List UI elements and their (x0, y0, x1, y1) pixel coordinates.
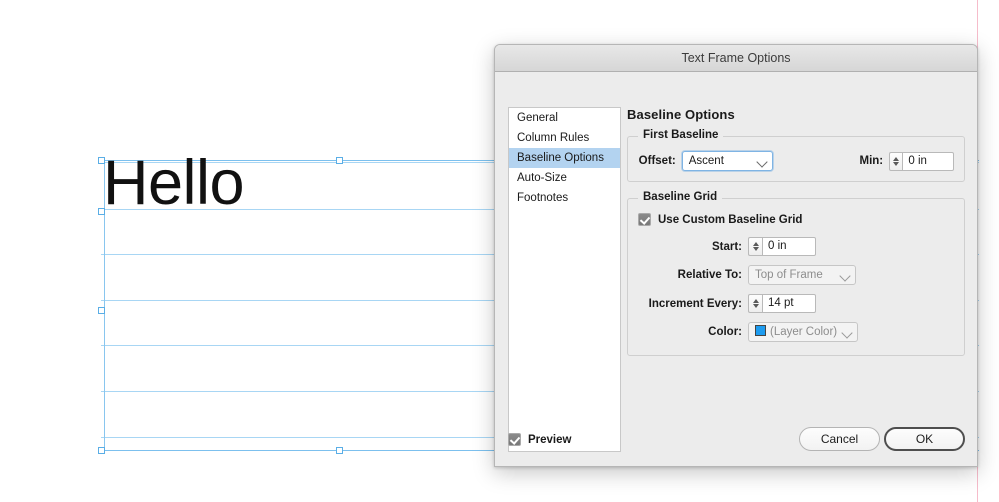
frame-handle-bottom-left[interactable] (98, 447, 105, 454)
use-custom-baseline-grid-row: Use Custom Baseline Grid (638, 213, 954, 226)
sidebar-item-label: Auto-Size (517, 172, 567, 184)
min-stepper[interactable] (889, 151, 903, 171)
color-label: Color: (708, 326, 742, 338)
sidebar-item-baseline-options[interactable]: Baseline Options (509, 148, 620, 168)
sidebar-item-label: Baseline Options (517, 152, 604, 164)
dialog-category-list[interactable]: General Column Rules Baseline Options Au… (508, 107, 621, 452)
frame-handle-bottom-center[interactable] (336, 447, 343, 454)
min-input[interactable]: 0 in (902, 151, 955, 171)
screen: Hello Text Frame Options General Column … (0, 0, 999, 502)
cancel-button[interactable]: Cancel (799, 427, 880, 451)
relative-to-row: Relative To: Top of Frame (638, 265, 954, 285)
baseline-grid-legend: Baseline Grid (638, 191, 723, 203)
offset-label: Offset: (638, 155, 676, 167)
stepper-down-icon[interactable] (893, 161, 900, 166)
text-frame-options-dialog: Text Frame Options General Column Rules … (494, 44, 978, 467)
sidebar-item-label: General (517, 112, 558, 124)
relative-to-select-value: Top of Frame (755, 269, 823, 281)
preview-row: Preview (508, 433, 571, 446)
ok-button[interactable]: OK (884, 427, 965, 451)
dialog-footer: Preview Cancel OK (495, 421, 977, 466)
offset-select-value: Ascent (688, 155, 724, 167)
min-label: Min: (859, 155, 884, 167)
relative-to-label: Relative To: (677, 269, 742, 281)
preview-checkbox[interactable] (508, 433, 521, 446)
settings-pane: Baseline Options First Baseline Offset: … (627, 107, 965, 372)
start-input[interactable]: 0 in (762, 237, 816, 256)
pane-title: Baseline Options (627, 107, 735, 122)
relative-to-select[interactable]: Top of Frame (748, 265, 856, 285)
start-label: Start: (711, 240, 742, 253)
dialog-titlebar[interactable]: Text Frame Options (495, 45, 977, 72)
dialog-body: General Column Rules Baseline Options Au… (495, 72, 977, 466)
use-custom-baseline-grid-checkbox[interactable] (638, 213, 651, 226)
frame-text-content[interactable]: Hello (103, 152, 245, 215)
color-select[interactable]: (Layer Color) (748, 322, 858, 342)
frame-handle-top-center[interactable] (336, 157, 343, 164)
stepper-up-icon[interactable] (752, 242, 759, 246)
increment-input[interactable]: 14 pt (762, 294, 816, 313)
chevron-down-icon (839, 270, 851, 282)
layer-color-swatch-icon (755, 325, 766, 336)
sidebar-item-column-rules[interactable]: Column Rules (509, 128, 620, 148)
offset-row: Offset: Ascent Min: 0 in (638, 151, 955, 171)
sidebar-item-auto-size[interactable]: Auto-Size (509, 168, 620, 188)
stepper-down-icon[interactable] (752, 304, 759, 308)
use-custom-baseline-grid-label: Use Custom Baseline Grid (658, 213, 803, 226)
first-baseline-legend: First Baseline (638, 129, 724, 141)
start-stepper[interactable] (748, 237, 762, 256)
dialog-title: Text Frame Options (681, 51, 791, 65)
sidebar-item-footnotes[interactable]: Footnotes (509, 188, 620, 208)
first-baseline-group: First Baseline Offset: Ascent Min: 0 in (627, 129, 965, 182)
sidebar-item-label: Column Rules (517, 132, 590, 144)
chevron-down-icon (841, 327, 853, 339)
increment-every-label: Increment Every: (648, 297, 742, 310)
increment-every-row: Increment Every: 14 pt (638, 294, 954, 313)
start-row: Start: 0 in (638, 237, 954, 256)
sidebar-item-general[interactable]: General (509, 108, 620, 128)
chevron-down-icon (756, 156, 768, 168)
baseline-grid-group: Baseline Grid Use Custom Baseline Grid S… (627, 191, 965, 356)
increment-stepper[interactable] (748, 294, 762, 313)
stepper-up-icon[interactable] (752, 299, 759, 303)
stepper-up-icon[interactable] (893, 156, 900, 161)
preview-label: Preview (528, 433, 572, 446)
color-row: Color: (Layer Color) (638, 322, 954, 342)
sidebar-item-label: Footnotes (517, 192, 569, 204)
stepper-down-icon[interactable] (752, 247, 759, 251)
offset-select[interactable]: Ascent (681, 151, 774, 171)
frame-handle-left-center[interactable] (98, 307, 105, 314)
color-select-value: (Layer Color) (770, 326, 838, 338)
